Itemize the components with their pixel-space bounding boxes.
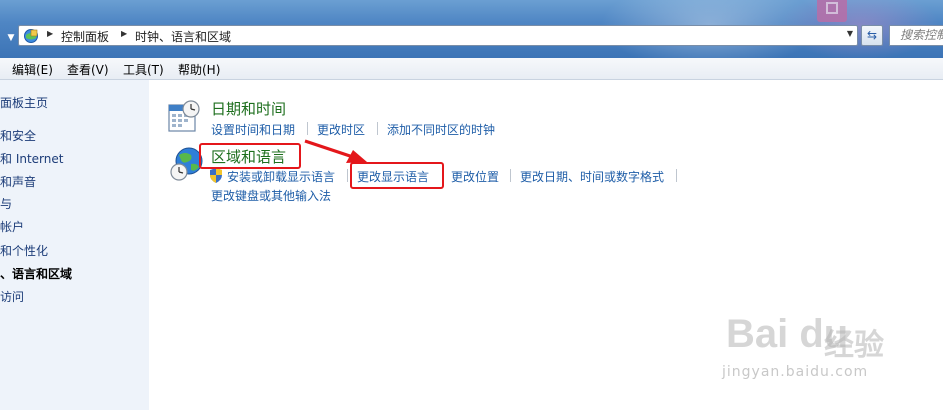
sidebar-item-programs[interactable]: 与 — [0, 195, 12, 212]
sidebar-item-appearance[interactable]: 和个性化 — [0, 242, 48, 259]
menu-view[interactable]: 查看(V) — [67, 61, 109, 78]
maximize-icon — [826, 2, 838, 14]
address-dropdown-icon[interactable]: ▼ — [847, 29, 853, 38]
sidebar-item-home[interactable]: 面板主页 — [0, 94, 48, 111]
annotation-arrow-icon — [304, 139, 367, 163]
task-set-time-date[interactable]: 设置时间和日期 — [211, 121, 295, 138]
menu-help[interactable]: 帮助(H) — [178, 61, 220, 78]
search-input[interactable]: 搜索控制 — [889, 25, 943, 46]
control-panel-icon — [24, 29, 38, 43]
task-add-clocks[interactable]: 添加不同时区的时钟 — [387, 121, 495, 138]
category-date-time-title[interactable]: 日期和时间 — [211, 98, 286, 119]
window-chrome: ▼ ▶ 控制面板 ▶ 时钟、语言和区域 ▼ ⇆ 搜索控制 — [0, 0, 943, 58]
recent-pages-dropdown[interactable]: ▼ — [4, 30, 18, 46]
breadcrumb-clock-language-region[interactable]: 时钟、语言和区域 — [135, 28, 231, 45]
link-separator — [347, 169, 348, 182]
task-change-keyboards[interactable]: 更改键盘或其他输入法 — [211, 187, 331, 204]
link-separator — [510, 169, 511, 182]
menu-edit[interactable]: 编辑(E) — [12, 61, 53, 78]
task-install-uninstall-languages[interactable]: 安装或卸载显示语言 — [227, 168, 335, 185]
sidebar-item-system-security[interactable]: 和安全 — [0, 127, 36, 144]
sidebar-item-clock-language-region[interactable]: 、语言和区域 — [0, 265, 72, 282]
link-separator — [676, 169, 677, 182]
link-separator — [377, 122, 378, 135]
task-change-location[interactable]: 更改位置 — [451, 168, 499, 185]
task-change-date-time-number-format[interactable]: 更改日期、时间或数字格式 — [520, 168, 664, 185]
menu-tools[interactable]: 工具(T) — [123, 61, 164, 78]
breadcrumb-separator[interactable]: ▶ — [121, 29, 127, 38]
calendar-clock-icon — [168, 100, 200, 132]
breadcrumb-control-panel[interactable]: 控制面板 — [61, 28, 109, 45]
menu-bar: 编辑(E) 查看(V) 工具(T) 帮助(H) — [0, 58, 943, 80]
sidebar: 面板主页 和安全 和 Internet 和声音 与 帐户 和个性化 、语言和区域… — [0, 80, 149, 410]
sidebar-item-ease-of-access[interactable]: 访问 — [0, 288, 24, 305]
address-bar[interactable]: ▶ 控制面板 ▶ 时钟、语言和区域 ▼ — [18, 25, 858, 46]
link-separator — [307, 122, 308, 135]
sidebar-item-network-internet[interactable]: 和 Internet — [0, 150, 63, 167]
main-content: 日期和时间 设置时间和日期 更改时区 添加不同时区的时钟 区域和语言 安装或卸载… — [149, 80, 943, 410]
sidebar-item-hardware-sound[interactable]: 和声音 — [0, 173, 36, 190]
refresh-button[interactable]: ⇆ — [861, 25, 883, 46]
refresh-icon: ⇆ — [866, 28, 878, 42]
highlight-box-region-language — [199, 143, 301, 169]
maximize-button[interactable] — [817, 0, 847, 22]
sidebar-item-user-accounts[interactable]: 帐户 — [0, 218, 24, 235]
uac-shield-icon — [210, 168, 222, 183]
breadcrumb-separator[interactable]: ▶ — [47, 29, 53, 38]
